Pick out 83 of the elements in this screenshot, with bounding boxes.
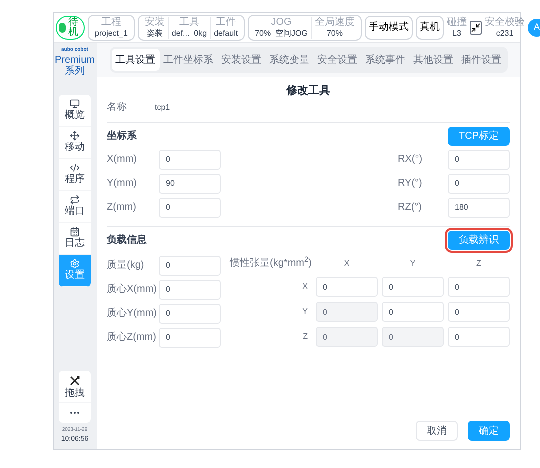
info-label: 工程 (101, 16, 122, 28)
input-field[interactable]: 180 (448, 198, 510, 218)
move-arrows-icon (70, 131, 80, 141)
tab[interactable]: 安全设置 (314, 49, 362, 71)
row-label: X (302, 281, 309, 293)
row-label: Z (303, 331, 309, 343)
info-label: JOG (271, 16, 292, 28)
field-label: 质心Y(mm) (107, 308, 158, 318)
info-value: 70% (326, 28, 343, 38)
form-title: 修改工具 (286, 84, 330, 99)
info-group[interactable]: 安装 姿装 工具 def... 0kg 工件 default (138, 14, 246, 40)
field-label: 质心Z(mm) (107, 332, 158, 342)
cross-arrows-icon (69, 374, 81, 386)
input-field[interactable]: 0 (159, 304, 221, 324)
field-label: RY(°) (398, 178, 424, 188)
calendar-icon (70, 227, 80, 237)
input-field[interactable]: 0 (159, 328, 221, 348)
input-field[interactable]: 0 (159, 280, 221, 300)
section-title: 负载信息 (107, 234, 147, 248)
tab[interactable]: 系统变量 (266, 49, 314, 71)
field-label: 质心X(mm) (107, 284, 158, 294)
field-label: Y(mm) (107, 178, 138, 188)
field-label: Z(mm) (107, 202, 138, 212)
input-field[interactable]: 0 (448, 327, 510, 347)
cancel-button[interactable]: 取消 (416, 421, 458, 441)
input-field[interactable]: 0 (448, 150, 510, 170)
collision-label: 碰撞 (447, 16, 467, 28)
status-text: 待机 (68, 18, 80, 38)
shrink-icon[interactable] (470, 20, 482, 34)
info-group[interactable]: 工程 project_1 (88, 14, 135, 40)
monitor-icon (70, 99, 80, 109)
mode-button[interactable]: 手动模式 (365, 16, 413, 40)
section-title: 坐标系 (107, 130, 137, 144)
input-field[interactable]: 0 (382, 302, 444, 322)
tool-name: tcp1 (155, 102, 170, 114)
info-label: 工具 (179, 16, 200, 28)
series-text: Premium 系列 (54, 54, 96, 76)
field-label: X(mm) (107, 154, 138, 164)
safety-label: 安全校验 (485, 16, 525, 28)
info-label: 工件 (216, 16, 236, 28)
row-label: Y (302, 306, 309, 318)
safety-value: c231 (496, 28, 514, 38)
input-field[interactable]: 0 (448, 174, 510, 194)
tab[interactable]: 插件设置 (458, 49, 506, 71)
info-value: 70% 空间JOG (255, 28, 308, 38)
field-label: RX(°) (398, 154, 424, 164)
input-field[interactable]: 0 (382, 277, 444, 297)
column-heading: X (344, 258, 350, 270)
info-value: project_1 (95, 28, 128, 38)
input-field[interactable]: 0 (159, 150, 221, 170)
input-field[interactable]: 90 (159, 174, 221, 194)
input-field[interactable]: 0 (316, 277, 378, 297)
tab[interactable]: 其他设置 (410, 49, 458, 71)
input-field[interactable]: 0 (448, 277, 510, 297)
drag-item[interactable]: 拖拽 (59, 371, 91, 403)
tab[interactable]: 工件坐标系 (160, 49, 218, 71)
column-heading: Y (410, 258, 416, 270)
info-label: 安装 (144, 16, 165, 28)
input-field[interactable]: 0 (159, 198, 221, 218)
tab[interactable]: 工具设置 (112, 49, 160, 71)
settings-icon (70, 259, 80, 269)
field-label: RZ(°) (398, 202, 423, 212)
robot-button[interactable]: 真机 (416, 16, 444, 40)
info-value: default (214, 28, 238, 38)
nav-item[interactable]: 概览 (59, 94, 91, 126)
code-icon (70, 163, 80, 173)
field-label: 名称 (107, 102, 128, 112)
info-label: 全局速度 (315, 16, 355, 28)
info-value: def... 0kg (172, 28, 208, 38)
collision-value: L3 (452, 28, 462, 38)
column-heading: Z (476, 258, 482, 270)
input-field[interactable]: 0 (448, 302, 510, 322)
tab[interactable]: 系统事件 (362, 49, 410, 71)
swap-arrows-icon (70, 195, 80, 205)
inertia-label: 惯性张量(kg*mm$^{2}$) (230, 256, 312, 271)
info-group[interactable]: JOG 70% 空间JOG 全局速度 70% (248, 14, 362, 40)
tab[interactable]: 安装设置 (218, 49, 266, 71)
info-value: 姿装 (146, 28, 163, 38)
field-label: 质量(kg) (107, 260, 146, 270)
nav-item[interactable]: 程序 (59, 158, 91, 190)
nav-item[interactable]: 端口 (59, 190, 91, 222)
nav-item[interactable]: 移动 (59, 126, 91, 158)
input-field[interactable]: 0 (159, 256, 221, 276)
